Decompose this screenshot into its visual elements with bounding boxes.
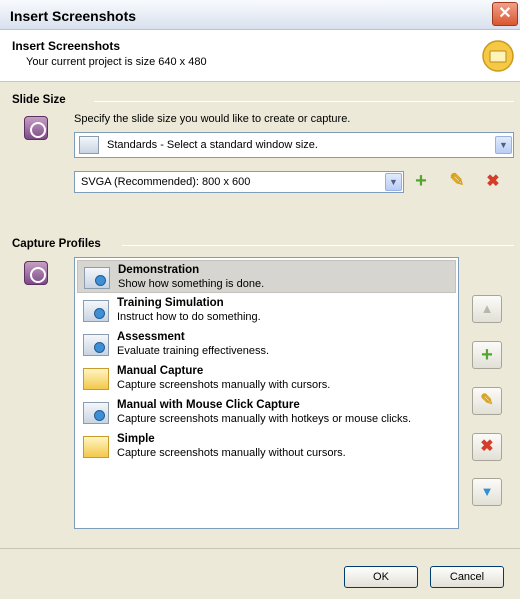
list-item[interactable]: Demonstration Show how something is done… [77, 260, 456, 293]
profile-desc: Capture screenshots manually without cur… [117, 447, 346, 459]
window-title: Insert Screenshots [10, 8, 137, 24]
list-item[interactable]: Simple Capture screenshots manually with… [77, 430, 456, 463]
slide-size-description: Specify the slide size you would like to… [74, 113, 351, 125]
capture-profiles-divider [122, 245, 514, 246]
size-select[interactable]: SVGA (Recommended): 800 x 600 ▼ [74, 171, 404, 193]
profile-desc: Show how something is done. [118, 278, 265, 290]
edit-size-button[interactable]: ✎ [446, 170, 468, 191]
standards-select-value: Standards - Select a standard window siz… [107, 139, 318, 151]
profile-desc: Capture screenshots manually with cursor… [117, 379, 331, 391]
capture-profiles-label: Capture Profiles [12, 238, 101, 250]
slide-size-divider [94, 101, 514, 102]
capture-profiles-icon [24, 261, 48, 285]
monitor-cursor-icon [83, 334, 109, 356]
header-title: Insert Screenshots [12, 39, 121, 53]
chevron-down-icon[interactable]: ▼ [495, 136, 512, 154]
monitor-cursor-icon [84, 267, 110, 289]
capture-profiles-list[interactable]: Demonstration Show how something is done… [74, 257, 459, 529]
delete-profile-button[interactable]: ✖ [472, 433, 502, 461]
profile-name: Training Simulation [117, 297, 224, 309]
profile-name: Manual with Mouse Click Capture [117, 399, 300, 411]
monitor-cursor-icon [83, 300, 109, 322]
window-icon [79, 136, 99, 154]
title-bar: Insert Screenshots ✕ [0, 0, 520, 30]
dialog-header: Insert Screenshots Your current project … [0, 30, 520, 82]
list-item[interactable]: Manual with Mouse Click Capture Capture … [77, 396, 456, 429]
slide-size-label: Slide Size [12, 94, 66, 106]
footer-divider [0, 548, 520, 549]
profile-name: Simple [117, 433, 155, 445]
edit-profile-button[interactable]: ✎ [472, 387, 502, 415]
add-profile-button[interactable]: + [472, 341, 502, 369]
close-button[interactable]: ✕ [492, 2, 518, 26]
cancel-button[interactable]: Cancel [430, 566, 504, 588]
list-item[interactable]: Manual Capture Capture screenshots manua… [77, 362, 456, 395]
move-up-button[interactable]: ▲ [472, 295, 502, 323]
folder-cursor-icon [83, 368, 109, 390]
move-down-button[interactable]: ▼ [472, 478, 502, 506]
folder-icon [482, 40, 514, 72]
list-item[interactable]: Training Simulation Instruct how to do s… [77, 294, 456, 327]
profile-name: Demonstration [118, 264, 200, 276]
profile-name: Manual Capture [117, 365, 204, 377]
profile-desc: Evaluate training effectiveness. [117, 345, 270, 357]
standards-select[interactable]: Standards - Select a standard window siz… [74, 132, 514, 158]
profile-desc: Capture screenshots manually with hotkey… [117, 413, 412, 425]
chevron-down-icon[interactable]: ▼ [385, 173, 402, 191]
header-subtitle: Your current project is size 640 x 480 [26, 56, 207, 68]
size-select-value: SVGA (Recommended): 800 x 600 [81, 176, 251, 188]
folder-cursor-icon [83, 436, 109, 458]
delete-size-button[interactable]: ✖ [482, 171, 504, 191]
ok-button[interactable]: OK [344, 566, 418, 588]
add-size-button[interactable]: + [410, 170, 432, 193]
monitor-cursor-icon [83, 402, 109, 424]
list-item[interactable]: Assessment Evaluate training effectivene… [77, 328, 456, 361]
profile-desc: Instruct how to do something. [117, 311, 261, 323]
profile-name: Assessment [117, 331, 185, 343]
slide-size-icon [24, 116, 48, 140]
